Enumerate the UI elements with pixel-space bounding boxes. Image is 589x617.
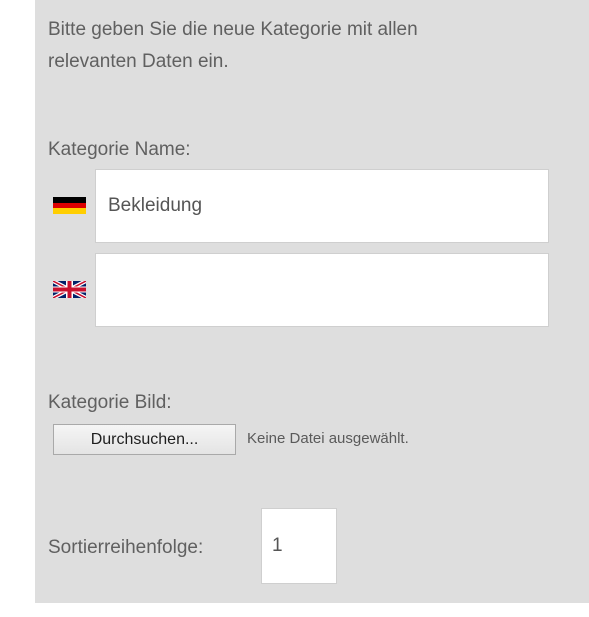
german-flag-icon [53, 197, 86, 214]
uk-flag-icon [53, 281, 86, 298]
file-status-text: Keine Datei ausgewählt. [247, 430, 409, 447]
category-name-label: Kategorie Name: [48, 139, 191, 160]
category-name-de-input[interactable] [95, 169, 549, 243]
instructions-line-1: Bitte geben Sie die neue Kategorie mit a… [48, 19, 418, 40]
browse-file-button[interactable]: Durchsuchen... [53, 424, 236, 455]
category-image-label: Kategorie Bild: [48, 392, 172, 413]
sort-order-input[interactable] [261, 508, 337, 584]
sort-order-label: Sortierreihenfolge: [48, 537, 204, 558]
instructions-line-2: relevanten Daten ein. [48, 51, 229, 72]
category-name-en-input[interactable] [95, 253, 549, 327]
form-instructions: Bitte geben Sie die neue Kategorie mit a… [48, 14, 548, 78]
